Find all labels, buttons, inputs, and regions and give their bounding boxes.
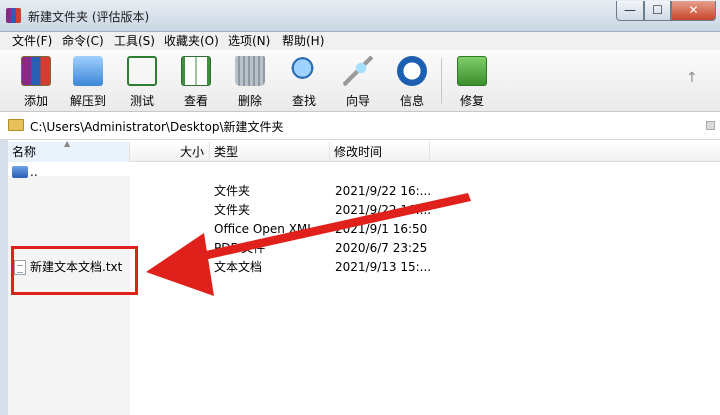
view-label: 查看 [183,94,208,108]
info-button[interactable]: 信息 [390,54,434,110]
add-archive-icon [21,56,51,86]
table-row[interactable]: 文件夹 2021/9/22 16:... [0,201,720,220]
delete-label: 删除 [237,94,262,108]
info-label: 信息 [399,94,424,108]
find-label: 查找 [291,94,316,108]
file-type: 文件夹 [214,184,251,198]
toolbar-separator [441,58,442,104]
file-modified: 2020/6/7 23:25 [335,241,428,255]
table-row[interactable]: .. [0,163,720,182]
delete-icon [235,56,265,86]
minimize-button[interactable]: — [616,1,644,21]
file-size: 12 [192,260,208,274]
find-icon [289,56,319,86]
file-type: PDF 文件 [214,241,266,255]
column-size[interactable]: 大小 [130,142,210,162]
test-label: 测试 [129,94,154,108]
repair-button[interactable]: 修复 [450,54,494,110]
menu-favorites[interactable]: 收藏夹(O) [164,33,219,49]
menu-file[interactable]: 文件(F) [12,33,52,49]
extract-label: 解压到 [69,94,106,108]
repair-label: 修复 [459,94,484,108]
toolbar: 添加 解压到 测试 查看 删除 查找 向导 信息 修复 [0,50,720,112]
address-bar[interactable]: C:\Users\Administrator\Desktop\新建文件夹 [0,112,720,140]
file-type: 文本文档 [214,260,263,274]
extract-icon [73,56,103,86]
parent-folder-icon [12,166,28,178]
file-modified: 2021/9/22 16:... [335,184,432,198]
wizard-icon [343,56,373,86]
address-path: C:\Users\Administrator\Desktop\新建文件夹 [30,120,284,134]
sort-ascending-icon: ▲ [64,139,71,148]
file-type: 文件夹 [214,203,251,217]
file-name: .. [30,165,38,179]
table-row[interactable]: Office Open XML 2021/9/1 16:50 [0,220,720,239]
add-button[interactable]: 添加 [14,54,58,110]
up-folder-arrow-icon[interactable]: ↑ [686,70,698,86]
close-button[interactable]: ✕ [671,1,716,21]
test-icon [127,56,157,86]
table-row[interactable]: 文件夹 2021/9/22 16:... [0,182,720,201]
menu-tools[interactable]: 工具(S) [114,33,155,49]
address-dropdown[interactable] [706,121,715,130]
winrar-app-icon [6,8,21,23]
column-header: 名称 大小 类型 修改时间 [0,142,720,162]
delete-button[interactable]: 删除 [228,54,272,110]
extract-to-button[interactable]: 解压到 [66,54,110,110]
highlight-box [11,246,138,295]
menu-bar: 文件(F) 命令(C) 工具(S) 收藏夹(O) 选项(N) 帮助(H) [0,32,720,50]
folder-icon [8,119,24,131]
file-modified: 2021/9/13 15:... [335,260,432,274]
test-button[interactable]: 测试 [120,54,164,110]
column-type[interactable]: 类型 [210,142,330,162]
menu-options[interactable]: 选项(N) [228,33,270,49]
find-button[interactable]: 查找 [282,54,326,110]
column-modified[interactable]: 修改时间 [330,142,430,162]
wizard-label: 向导 [345,94,370,108]
info-icon [397,56,427,86]
menu-commands[interactable]: 命令(C) [62,33,104,49]
file-type: Office Open XML [214,222,314,236]
wizard-button[interactable]: 向导 [336,54,380,110]
menu-help[interactable]: 帮助(H) [282,33,324,49]
window-title: 新建文件夹 (评估版本) [28,10,150,24]
file-modified: 2021/9/1 16:50 [335,222,428,236]
view-icon [181,56,211,86]
repair-icon [457,56,487,86]
view-button[interactable]: 查看 [174,54,218,110]
add-label: 添加 [23,94,48,108]
title-bar: 新建文件夹 (评估版本) — ☐ ✕ [0,0,720,32]
file-modified: 2021/9/22 16:... [335,203,432,217]
maximize-button[interactable]: ☐ [644,1,671,21]
